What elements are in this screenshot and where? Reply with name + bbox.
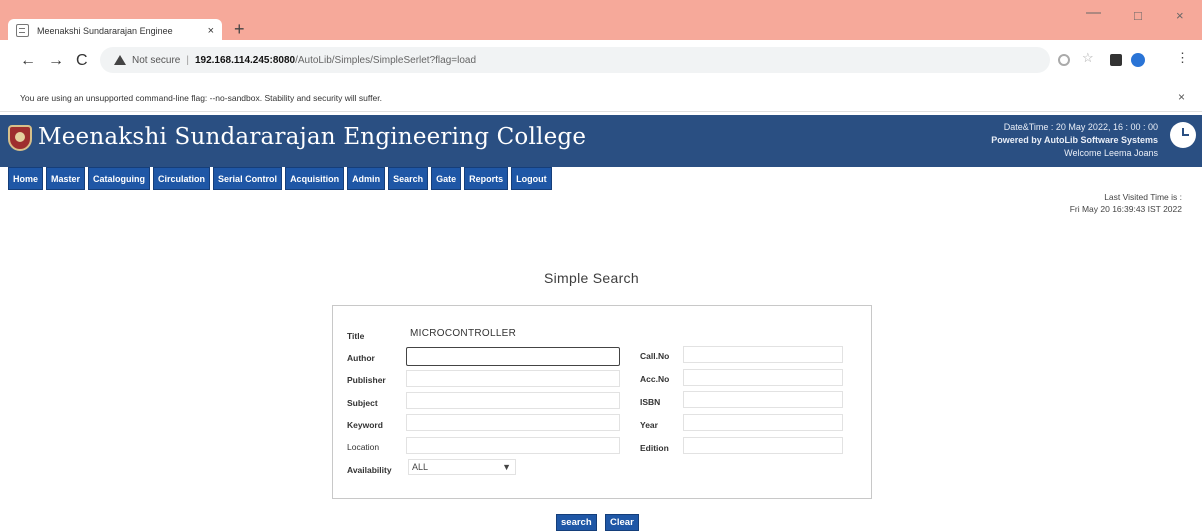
address-bar[interactable]: Not secure | 192.168.114.245:8080 /AutoL… [100,47,1050,73]
url-host: 192.168.114.245:8080 [194,54,296,66]
extensions-icon[interactable] [1110,54,1122,66]
edition-input[interactable] [683,437,843,454]
url-separator: | [186,54,189,66]
header-welcome: Welcome Leema Joans [1064,148,1158,158]
author-input[interactable] [406,347,620,366]
header-info: Date&Time : 20 May 2022, 16 : 00 : 00 Po… [991,121,1158,160]
menu-item-reports[interactable]: Reports [464,167,509,190]
menu-item-serial-control[interactable]: Serial Control [213,167,283,190]
menu-item-gate[interactable]: Gate [431,167,462,190]
availability-selected: ALL [412,462,429,472]
browser-tab[interactable]: Meenakshi Sundararajan Enginee × [8,19,222,42]
location-input[interactable] [406,437,620,454]
edition-label: Edition [640,443,669,453]
menu-item-master[interactable]: Master [46,167,86,190]
subject-label: Subject [347,398,378,408]
browser-tab-bar: Meenakshi Sundararajan Enginee × + — □ × [0,0,1202,42]
last-visited-value: Fri May 20 16:39:43 IST 2022 [1069,204,1182,214]
last-visited-info: Last Visited Time is : Fri May 20 16:39:… [1070,191,1182,215]
acc-no-label: Acc.No [640,374,670,384]
menu-item-acquisition[interactable]: Acquisition [285,167,345,190]
infobar-close-icon[interactable]: × [1178,90,1185,104]
not-secure-label[interactable]: Not secure [132,55,180,66]
back-arrow-icon[interactable]: ← [20,53,36,69]
bookmark-star-icon[interactable]: ☆ [1082,50,1094,65]
year-label: Year [640,420,658,430]
title-value[interactable]: MICROCONTROLLER [410,328,516,339]
forward-arrow-icon[interactable]: → [48,53,64,69]
search-button[interactable]: search [556,514,597,531]
warning-infobar: You are using an unsupported command-lin… [0,86,1202,112]
year-input[interactable] [683,414,843,431]
menu-item-circulation[interactable]: Circulation [153,167,211,190]
clear-button[interactable]: Clear [605,514,639,531]
subject-input[interactable] [406,392,620,409]
menu-item-search[interactable]: Search [388,167,429,190]
main-menu: Home Master Cataloguing Circulation Seri… [8,167,552,190]
clock-icon [1170,122,1196,148]
header-powered-by: Powered by AutoLib Software Systems [991,135,1158,145]
publisher-input[interactable] [406,370,620,387]
call-no-input[interactable] [683,346,843,363]
menu-item-admin[interactable]: Admin [347,167,386,190]
window-minimize-icon[interactable]: — [1086,4,1101,21]
header-datetime: Date&Time : 20 May 2022, 16 : 00 : 00 [1003,122,1158,132]
keyword-input[interactable] [406,414,620,431]
call-no-label: Call.No [640,351,670,361]
site-header: Meenakshi Sundararajan Engineering Colle… [0,115,1202,167]
url-path: /AutoLib/Simples/SimpleSerlet?flag=load [295,54,477,66]
reload-icon[interactable]: C [76,53,88,69]
college-name: Meenakshi Sundararajan Engineering Colle… [38,124,587,150]
tab-title: Meenakshi Sundararajan Enginee [37,25,173,36]
college-crest-icon [8,125,32,151]
chevron-down-icon: ▼ [502,462,511,472]
menu-item-cataloguing[interactable]: Cataloguing [88,167,151,190]
window-maximize-icon[interactable]: □ [1134,8,1142,23]
isbn-input[interactable] [683,391,843,408]
title-label: Title [347,331,365,341]
page-title: Simple Search [544,270,639,286]
acc-no-input[interactable] [683,369,843,386]
key-icon[interactable] [1058,54,1070,66]
availability-select[interactable]: ALL ▼ [408,459,516,475]
menu-item-home[interactable]: Home [8,167,44,190]
keyword-label: Keyword [347,420,383,430]
availability-label: Availability [347,465,392,475]
warning-icon[interactable] [114,55,126,65]
new-tab-icon[interactable]: + [234,19,245,39]
window-close-icon[interactable]: × [1176,8,1184,23]
isbn-label: ISBN [640,397,661,407]
browser-menu-icon[interactable]: ⋮ [1176,50,1189,65]
location-label: Location [347,442,380,452]
publisher-label: Publisher [347,375,386,385]
infobar-message: You are using an unsupported command-lin… [20,93,382,103]
page-favicon-icon [16,24,29,37]
tab-close-icon[interactable]: × [208,25,214,37]
last-visited-label: Last Visited Time is : [1104,192,1182,202]
author-label: Author [347,353,375,363]
profile-avatar-icon[interactable] [1131,53,1145,67]
menu-item-logout[interactable]: Logout [511,167,552,190]
